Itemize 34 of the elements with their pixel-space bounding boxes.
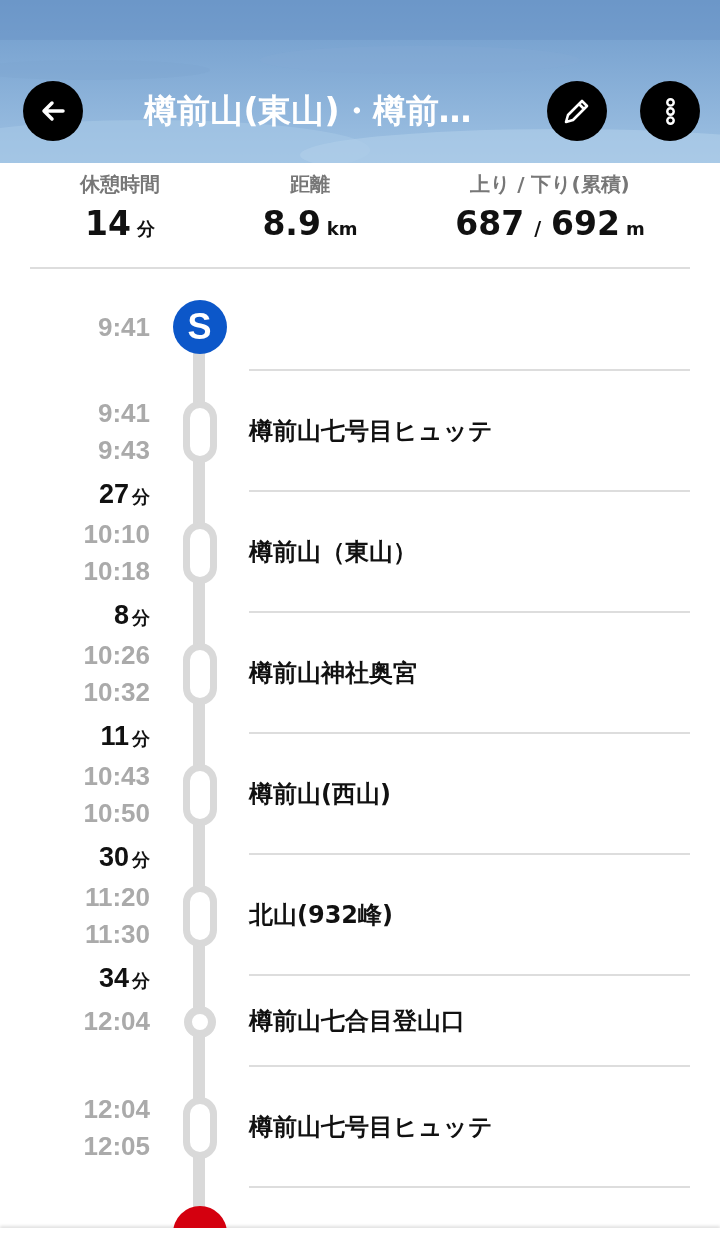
stat-label: 距離 — [290, 171, 330, 198]
stat-label: 上り / 下り(累積) — [470, 171, 630, 198]
time-label: 10:43 — [83, 759, 150, 793]
time-label: 9:43 — [97, 433, 150, 467]
place-name: 樽前山(西山) — [249, 778, 391, 810]
time-label: 10:32 — [83, 675, 150, 709]
start-marker: S — [172, 300, 227, 354]
stat-value: 14 分 — [85, 204, 155, 243]
screen-title: 樽前山(東山)・樽前… — [142, 89, 473, 132]
duration-label: 27 分 — [98, 478, 150, 511]
place-name: 樽前山七合目登山口 — [249, 1005, 465, 1037]
place-name: 樽前山神社奥宮 — [249, 657, 417, 689]
time-label: 11:30 — [84, 917, 150, 951]
duration-label: 30 分 — [98, 841, 150, 874]
duration-label: 8 分 — [113, 599, 150, 632]
stat-value: 687 / 692 m — [455, 204, 645, 243]
place-name: 樽前山（東山） — [249, 536, 417, 568]
stat-value: 8.9 km — [262, 204, 358, 243]
place-name: 北山(932峰) — [249, 899, 394, 931]
time-label: 9:41 — [97, 310, 150, 344]
time-label: 10:10 — [83, 517, 150, 551]
time-label: 12:04 — [83, 1005, 150, 1038]
time-label: 9:41 — [97, 396, 150, 430]
time-label: 11:20 — [84, 880, 150, 914]
time-label: 12:04 — [83, 1092, 150, 1126]
time-label: 12:05 — [83, 1129, 150, 1163]
duration-label: 34分 — [98, 962, 150, 995]
time-label: 10:26 — [83, 638, 150, 672]
stat-label: 休憩時間 — [80, 171, 160, 198]
place-name: 樽前山七号目ヒュッテ — [249, 1111, 493, 1143]
time-label: 10:18 — [83, 554, 150, 588]
duration-label: 11分 — [100, 720, 150, 753]
time-label: 10:50 — [83, 796, 150, 830]
place-name: 樽前山七号目ヒュッテ — [249, 415, 493, 447]
